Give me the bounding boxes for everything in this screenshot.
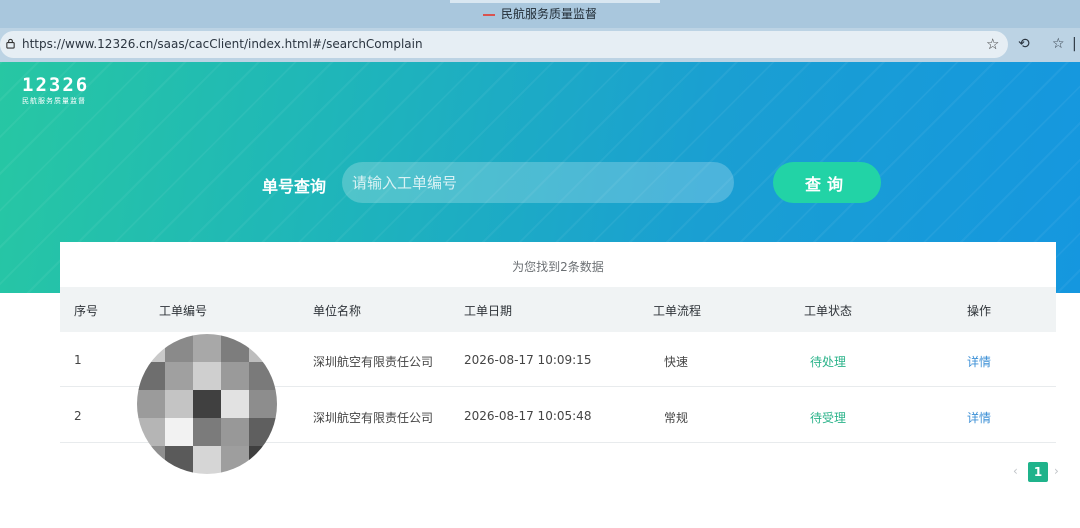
url-text: https://www.12326.cn/saas/cacClient/inde… <box>22 37 423 51</box>
logo-subtitle: 民航服务质量监督 <box>22 97 86 105</box>
row-unit: 深圳航空有限责任公司 <box>313 355 434 369</box>
pagination-next-button[interactable]: › <box>1054 464 1059 478</box>
column-header-index: 序号 <box>74 304 99 318</box>
column-header-process: 工单流程 <box>653 304 702 318</box>
lock-icon <box>6 38 15 49</box>
extensions-icon[interactable]: ⟲ <box>1018 36 1030 52</box>
window-title: 民航服务质量监督 <box>0 5 1080 22</box>
window-title-text: 民航服务质量监督 <box>500 7 597 21</box>
bookmark-star-icon[interactable]: ☆ <box>986 35 999 53</box>
row-detail-link[interactable]: 详情 <box>967 353 991 370</box>
table-header: 序号 工单编号 单位名称 工单日期 工单流程 工单状态 操作 <box>60 287 1056 332</box>
column-header-action: 操作 <box>967 304 992 318</box>
column-header-date: 工单日期 <box>464 304 513 318</box>
column-header-unit: 单位名称 <box>313 304 362 318</box>
search-label: 单号查询 <box>262 177 327 196</box>
column-header-order-number: 工单编号 <box>159 304 208 318</box>
site-logo[interactable]: 12326 民航服务质量监督 <box>22 76 89 106</box>
row-date: 2026-08-17 10:05:48 <box>464 409 592 423</box>
order-number-input[interactable] <box>342 162 734 203</box>
row-process: 常规 <box>664 411 689 425</box>
search-button[interactable]: 查询 <box>773 162 881 203</box>
row-index: 1 <box>74 353 82 367</box>
redaction-mosaic <box>137 334 277 474</box>
row-status: 待受理 <box>810 411 847 425</box>
row-unit: 深圳航空有限责任公司 <box>313 411 434 425</box>
row-process: 快速 <box>664 355 689 369</box>
address-bar: https://www.12326.cn/saas/cacClient/inde… <box>0 28 1080 62</box>
browser-title-bar: 民航服务质量监督 <box>0 0 1080 28</box>
url-field[interactable]: https://www.12326.cn/saas/cacClient/inde… <box>0 31 1008 58</box>
tab-indicator <box>450 0 660 3</box>
logo-number: 12326 <box>22 74 90 96</box>
row-status: 待处理 <box>810 355 847 369</box>
result-summary: 为您找到2条数据 <box>512 260 604 274</box>
row-index: 2 <box>74 409 82 423</box>
column-header-status: 工单状态 <box>804 304 853 318</box>
collections-icon[interactable]: | <box>1072 36 1077 52</box>
favicon-mark <box>482 13 495 16</box>
pagination-page-1[interactable]: 1 <box>1028 462 1048 482</box>
favorites-icon[interactable]: ☆ <box>1052 36 1065 52</box>
row-date: 2026-08-17 10:09:15 <box>464 353 592 367</box>
pagination-prev-button[interactable]: ‹ <box>1013 464 1018 478</box>
row-detail-link[interactable]: 详情 <box>967 409 991 426</box>
